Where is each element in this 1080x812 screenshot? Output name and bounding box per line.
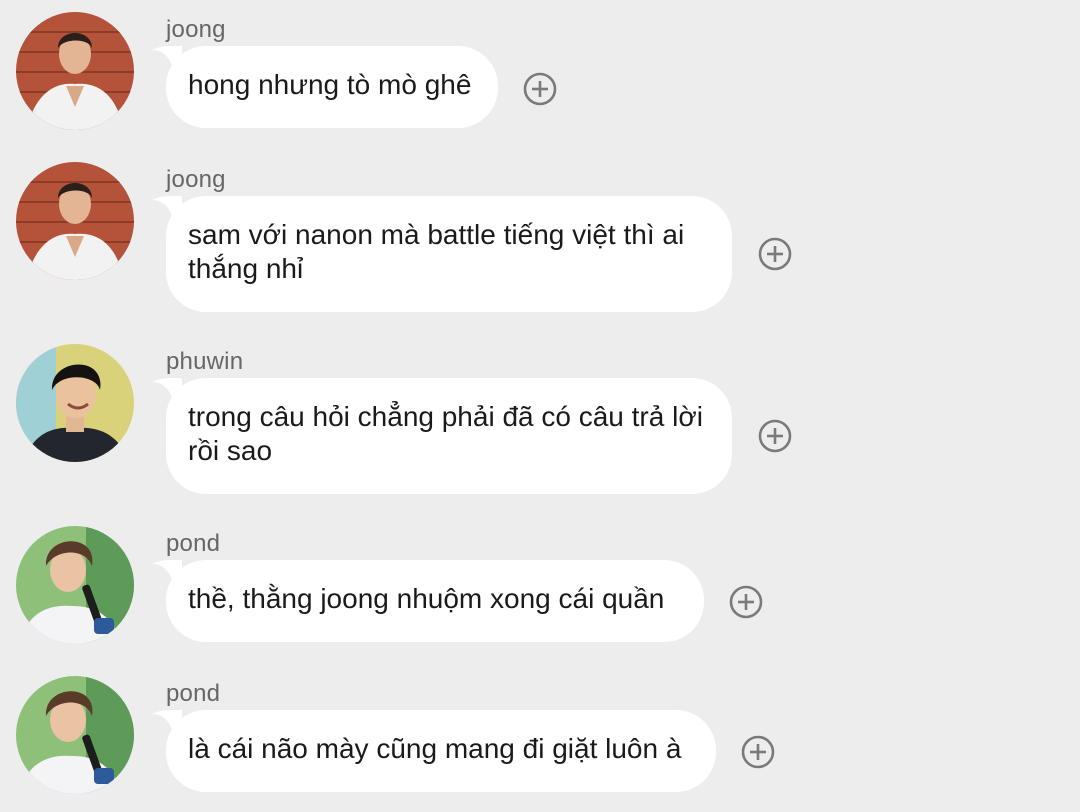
add-reaction-icon[interactable]: [729, 585, 763, 619]
bubble-tail: [152, 46, 182, 72]
sender-name: phuwin: [166, 348, 244, 375]
message-bubble[interactable]: thề, thằng joong nhuộm xong cái quần: [152, 560, 704, 642]
message-bubble[interactable]: là cái não mày cũng mang đi giặt luôn à: [152, 710, 716, 792]
add-reaction-icon[interactable]: [758, 419, 792, 453]
bubble-tail: [152, 560, 182, 586]
avatar-pond[interactable]: [16, 676, 134, 794]
bubble-tail: [152, 710, 182, 736]
message-text: là cái não mày cũng mang đi giặt luôn à: [188, 733, 682, 764]
sender-name: joong: [166, 166, 226, 193]
avatar-joong[interactable]: [16, 12, 134, 130]
bubble-tail: [152, 378, 182, 404]
message-text: hong nhưng tò mò ghê: [188, 69, 472, 100]
message-bubble[interactable]: trong câu hỏi chẳng phải đã có câu trả l…: [152, 378, 732, 494]
sender-name: pond: [166, 680, 221, 707]
bubble-tail: [152, 196, 182, 222]
message-text: thề, thằng joong nhuộm xong cái quần: [188, 583, 665, 614]
add-reaction-icon[interactable]: [523, 72, 557, 106]
message-text: trong câu hỏi chẳng phải đã có câu trả l…: [188, 401, 703, 466]
sender-name: joong: [166, 16, 226, 43]
message-bubble[interactable]: hong nhưng tò mò ghê: [152, 46, 498, 128]
avatar-joong[interactable]: [16, 162, 134, 280]
add-reaction-icon[interactable]: [741, 735, 775, 769]
avatar-pond[interactable]: [16, 526, 134, 644]
message-bubble[interactable]: sam với nanon mà battle tiếng việt thì a…: [152, 196, 732, 312]
add-reaction-icon[interactable]: [758, 237, 792, 271]
avatar-phuwin[interactable]: [16, 344, 134, 462]
sender-name: pond: [166, 530, 221, 557]
message-text: sam với nanon mà battle tiếng việt thì a…: [188, 219, 685, 284]
